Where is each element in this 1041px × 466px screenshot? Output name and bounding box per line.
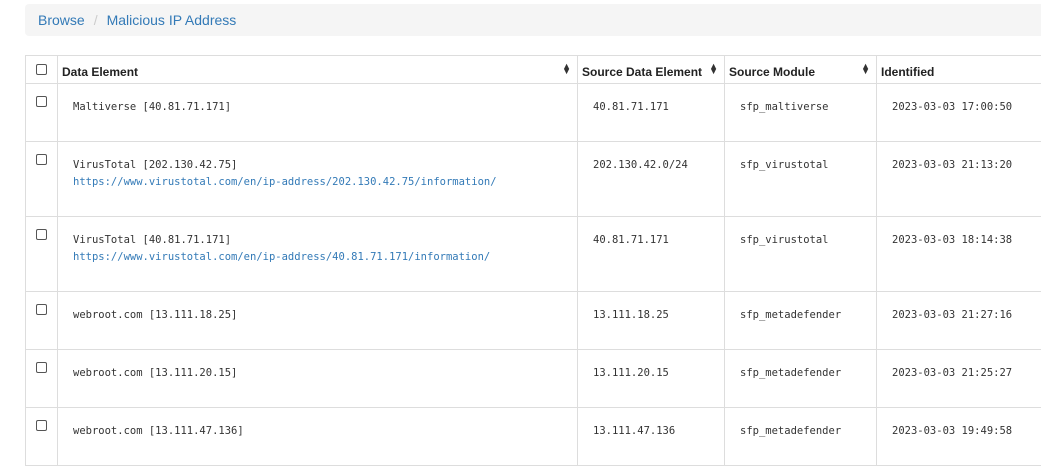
select-all-header [26,56,58,84]
data-element-cell: Maltiverse [40.81.71.171] [58,84,578,142]
row-select-cell [26,408,58,466]
source-module-cell: sfp_metadefender [725,408,877,466]
row-select-cell [26,84,58,142]
data-element-cell: webroot.com [13.111.47.136] [58,408,578,466]
table-row: webroot.com [13.111.20.15] 13.111.20.15 … [26,350,1041,408]
data-element-cell: VirusTotal [40.81.71.171] https://www.vi… [58,217,578,292]
data-element-text: webroot.com [13.111.20.15] [73,367,237,379]
source-data-element-cell: 13.111.47.136 [578,408,725,466]
row-select-cell [26,217,58,292]
column-header-data-element[interactable]: Data Element ▲▼ [58,56,578,84]
table-row: VirusTotal [40.81.71.171] https://www.vi… [26,217,1041,292]
table-row: webroot.com [13.111.47.136] 13.111.47.13… [26,408,1041,466]
identified-cell: 2023-03-03 19:49:58 [877,408,1041,466]
column-header-label: Data Element [62,65,138,79]
row-checkbox[interactable] [36,96,47,107]
virustotal-link[interactable]: https://www.virustotal.com/en/ip-address… [73,251,490,263]
source-data-element-cell: 40.81.71.171 [578,217,725,292]
data-element-cell: webroot.com [13.111.20.15] [58,350,578,408]
identified-cell: 2023-03-03 21:13:20 [877,142,1041,217]
column-header-label: Identified [881,65,934,79]
row-checkbox[interactable] [36,420,47,431]
column-header-source-module[interactable]: Source Module ▲▼ [725,56,877,84]
row-checkbox[interactable] [36,362,47,373]
virustotal-link[interactable]: https://www.virustotal.com/en/ip-address… [73,176,497,188]
row-checkbox[interactable] [36,229,47,240]
row-checkbox[interactable] [36,154,47,165]
sort-updown-icon[interactable]: ▲▼ [861,64,870,74]
breadcrumb-current-link[interactable]: Malicious IP Address [107,12,237,28]
breadcrumb-browse-link[interactable]: Browse [38,12,85,28]
data-element-text: VirusTotal [202.130.42.75] [73,159,237,171]
row-checkbox[interactable] [36,304,47,315]
identified-cell: 2023-03-03 21:25:27 [877,350,1041,408]
table-row: webroot.com [13.111.18.25] 13.111.18.25 … [26,292,1041,350]
select-all-checkbox[interactable] [36,64,47,75]
identified-cell: 2023-03-03 18:14:38 [877,217,1041,292]
source-module-cell: sfp_maltiverse [725,84,877,142]
identified-cell: 2023-03-03 17:00:50 [877,84,1041,142]
source-module-cell: sfp_virustotal [725,142,877,217]
data-element-text: webroot.com [13.111.47.136] [73,425,244,437]
row-select-cell [26,292,58,350]
sort-updown-icon[interactable]: ▲▼ [709,64,718,74]
row-select-cell [26,142,58,217]
source-data-element-cell: 13.111.20.15 [578,350,725,408]
identified-cell: 2023-03-03 21:27:16 [877,292,1041,350]
column-header-label: Source Data Element [582,65,702,79]
data-element-text: Maltiverse [40.81.71.171] [73,101,231,113]
source-module-cell: sfp_metadefender [725,350,877,408]
column-header-identified[interactable]: Identified ▲▼ [877,56,1041,84]
table-header-row: Data Element ▲▼ Source Data Element ▲▼ S… [26,56,1041,84]
source-data-element-cell: 202.130.42.0/24 [578,142,725,217]
table-row: Maltiverse [40.81.71.171] 40.81.71.171 s… [26,84,1041,142]
row-select-cell [26,350,58,408]
column-header-source-data-element[interactable]: Source Data Element ▲▼ [578,56,725,84]
results-table: Data Element ▲▼ Source Data Element ▲▼ S… [25,55,1041,466]
source-data-element-cell: 13.111.18.25 [578,292,725,350]
breadcrumb-separator: / [85,12,107,28]
sort-updown-icon[interactable]: ▲▼ [562,64,571,74]
data-element-cell: VirusTotal [202.130.42.75] https://www.v… [58,142,578,217]
source-module-cell: sfp_virustotal [725,217,877,292]
data-element-cell: webroot.com [13.111.18.25] [58,292,578,350]
breadcrumb: Browse / Malicious IP Address [25,4,1041,36]
table-row: VirusTotal [202.130.42.75] https://www.v… [26,142,1041,217]
source-module-cell: sfp_metadefender [725,292,877,350]
source-data-element-cell: 40.81.71.171 [578,84,725,142]
data-element-text: webroot.com [13.111.18.25] [73,309,237,321]
data-element-text: VirusTotal [40.81.71.171] [73,234,231,246]
column-header-label: Source Module [729,65,815,79]
